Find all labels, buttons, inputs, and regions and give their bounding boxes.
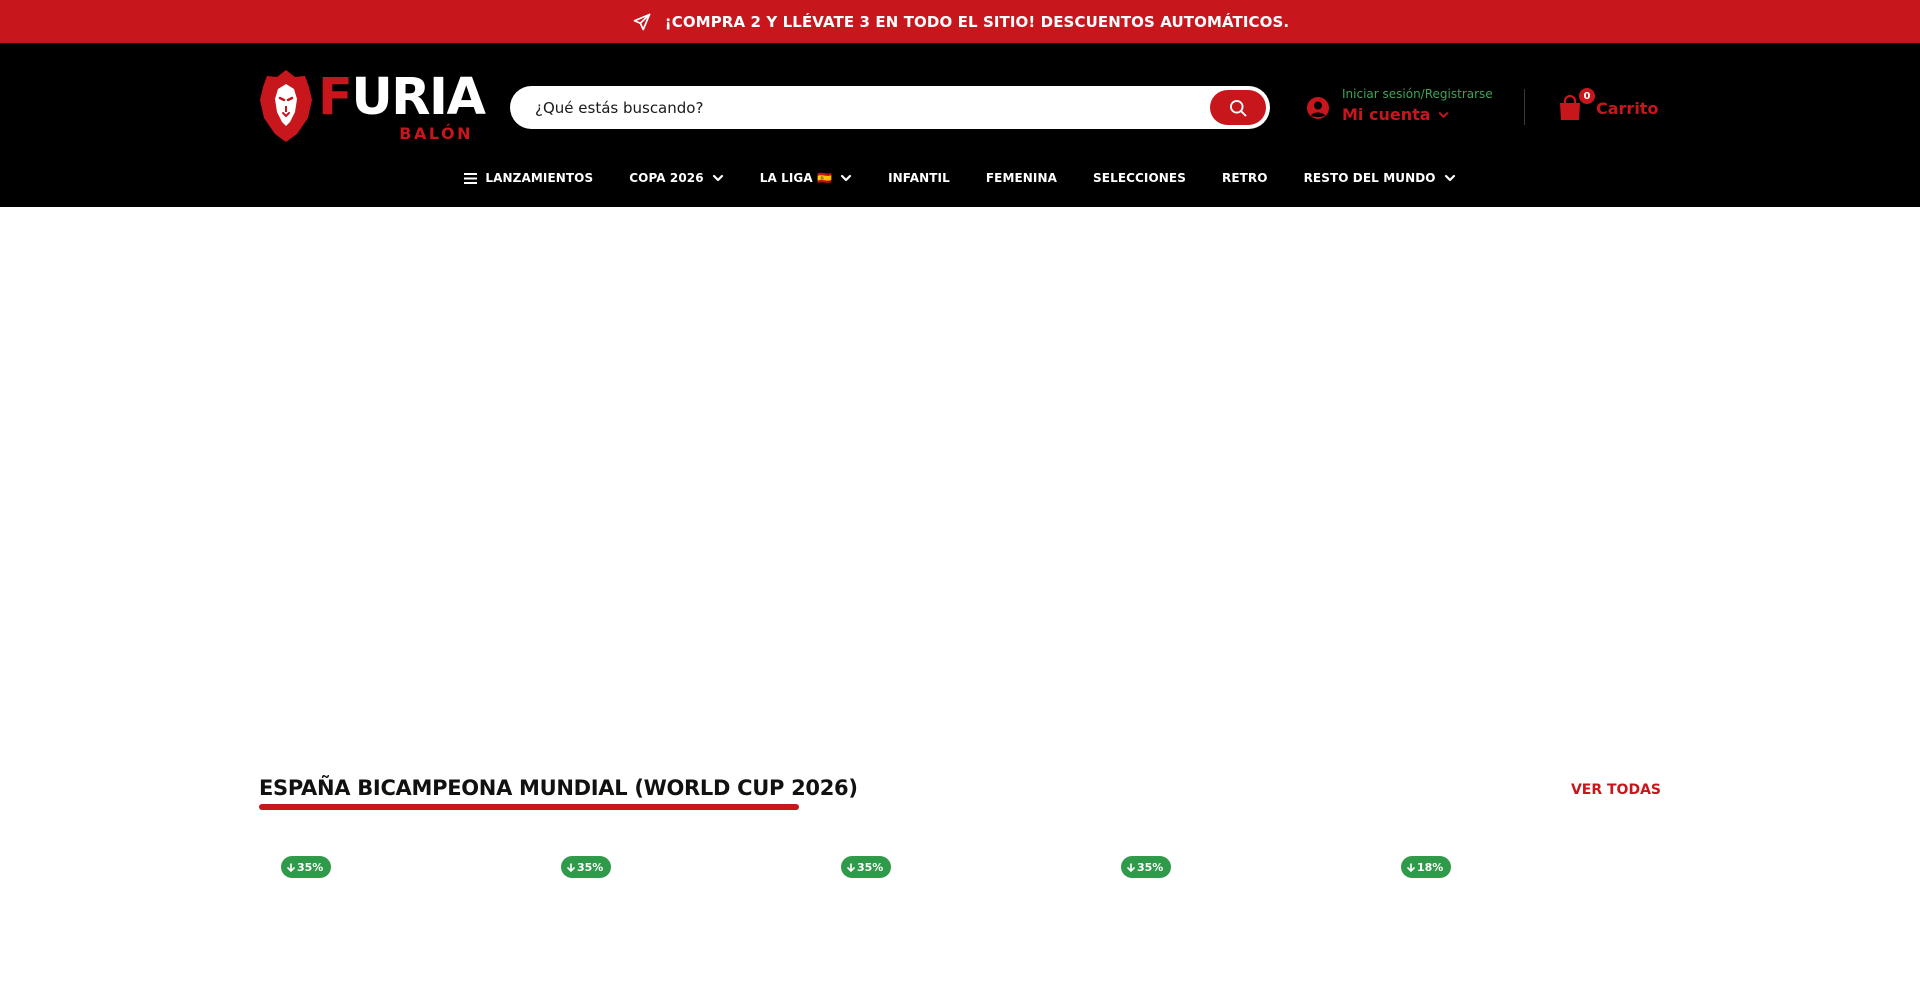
view-all-link[interactable]: VER TODAS [1571, 782, 1661, 798]
paper-plane-icon [631, 11, 653, 33]
search-icon [1230, 99, 1247, 116]
arrow-down-icon [287, 862, 295, 872]
cart-button[interactable]: 0 Carrito [1558, 87, 1668, 123]
discount-badge: 35% [561, 856, 612, 878]
shopping-bag-icon: 0 [1558, 87, 1596, 121]
arrow-down-icon [847, 862, 855, 872]
logo-wordmark: FURIA [318, 68, 486, 127]
account-menu[interactable]: Iniciar sesión/Registrarse Mi cuenta [1306, 86, 1506, 130]
product-card[interactable]: 35% [1099, 840, 1363, 990]
search-bar [510, 86, 1270, 129]
chevron-down-icon [712, 174, 723, 182]
menu-icon [464, 172, 478, 184]
discount-value: 35% [577, 860, 604, 874]
product-card[interactable]: 35% [539, 840, 803, 990]
section-title: ESPAÑA BICAMPEONA MUNDIAL (WORLD CUP 202… [259, 776, 858, 800]
discount-value: 35% [1137, 860, 1164, 874]
discount-badge: 35% [841, 856, 892, 878]
announcement-bar: ¡COMPRA 2 Y LLÉVATE 3 EN TODO EL SITIO! … [0, 0, 1920, 43]
arrow-down-icon [1127, 862, 1135, 872]
nav-item-label: SELECCIONES [1093, 171, 1186, 185]
header-divider [1524, 89, 1525, 125]
product-card[interactable]: 35% [819, 840, 1083, 990]
chevron-down-icon [840, 174, 852, 182]
chevron-down-icon [1444, 174, 1455, 182]
logo-subtitle: BALÓN [399, 124, 473, 143]
search-input[interactable] [535, 86, 1175, 129]
nav-item-label: INFANTIL [888, 171, 950, 185]
discount-badge: 35% [1121, 856, 1172, 878]
site-header: FURIA BALÓN Iniciar sesión/Registrarse M… [0, 43, 1920, 207]
discount-value: 35% [857, 860, 884, 874]
my-account-label: Mi cuenta [1342, 105, 1431, 124]
discount-badge: 18% [1401, 856, 1452, 878]
nav-item-femenina[interactable]: FEMENINA [986, 171, 1057, 185]
user-circle-icon [1307, 97, 1329, 119]
nav-item-label: RETRO [1221, 171, 1268, 185]
arrow-down-icon [1407, 862, 1415, 872]
product-grid: 35% 35% 35% 35% 18% [259, 840, 1661, 990]
nav-item-la-liga[interactable]: LA LIGA 🇪🇸 [760, 171, 852, 185]
announcement-text: ¡COMPRA 2 Y LLÉVATE 3 EN TODO EL SITIO! … [664, 12, 1290, 31]
my-account-toggle[interactable]: Mi cuenta [1342, 105, 1449, 124]
arrow-down-icon [567, 862, 575, 872]
product-card[interactable]: 35% [259, 840, 523, 990]
discount-value: 35% [297, 860, 324, 874]
login-register-link[interactable]: Iniciar sesión/Registrarse [1342, 87, 1493, 101]
cart-label: Carrito [1596, 98, 1659, 118]
nav-item-label: RESTO DEL MUNDO [1303, 171, 1436, 185]
main-navigation: LANZAMIENTOS COPA 2026 LA LIGA 🇪🇸 INFANT… [0, 163, 1920, 193]
product-card[interactable]: 18% [1379, 840, 1643, 990]
nav-item-retro[interactable]: RETRO [1222, 171, 1268, 185]
nav-item-lanzamientos[interactable]: LANZAMIENTOS [464, 171, 593, 185]
nav-item-resto-del-mundo[interactable]: RESTO DEL MUNDO [1304, 171, 1456, 185]
featured-section-header: ESPAÑA BICAMPEONA MUNDIAL (WORLD CUP 202… [259, 773, 1661, 813]
nav-item-label: COPA 2026 [629, 171, 704, 185]
nav-item-label: LA LIGA 🇪🇸 [759, 171, 833, 185]
cart-count-badge: 0 [1578, 87, 1596, 105]
nav-item-infantil[interactable]: INFANTIL [888, 171, 950, 185]
discount-badge: 35% [281, 856, 332, 878]
lion-logo-icon [260, 70, 312, 142]
discount-value: 18% [1417, 860, 1444, 874]
nav-item-copa-2026[interactable]: COPA 2026 [629, 171, 723, 185]
nav-item-selecciones[interactable]: SELECCIONES [1093, 171, 1186, 185]
nav-item-label: LANZAMIENTOS [485, 171, 594, 185]
search-button[interactable] [1210, 90, 1266, 125]
site-logo[interactable]: FURIA BALÓN [259, 68, 486, 143]
nav-item-label: FEMENINA [985, 171, 1058, 185]
section-title-underline [259, 804, 799, 810]
chevron-down-icon [1438, 111, 1448, 118]
